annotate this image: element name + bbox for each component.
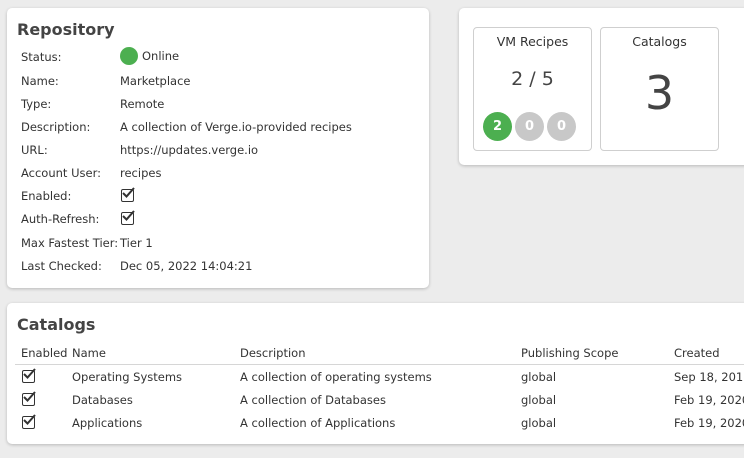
row-enabled-checkbox-icon: [22, 414, 36, 429]
badge-warning: 0: [515, 112, 544, 141]
column-header-description[interactable]: Description: [240, 346, 306, 360]
vm-recipes-tile[interactable]: VM Recipes 2 / 5 200: [473, 27, 592, 151]
row-enabled-checkbox-icon: [22, 391, 36, 406]
column-header-created[interactable]: Created: [674, 346, 720, 360]
badge-ok: 2: [483, 112, 512, 141]
badge-error: 0: [547, 112, 576, 141]
catalogs-tile-title: Catalogs: [632, 34, 687, 49]
row-scope: global: [521, 370, 557, 384]
status-online-icon: [120, 47, 138, 65]
name-value: Marketplace: [120, 74, 191, 88]
type-value: Remote: [120, 97, 165, 111]
row-name: Applications: [72, 416, 143, 430]
last-checked-value: Dec 05, 2022 14:04:21: [120, 259, 253, 273]
row-created: Feb 19, 2020: [674, 393, 744, 407]
stats-panel: VM Recipes 2 / 5 200 Catalogs 3: [459, 8, 744, 165]
row-name: Operating Systems: [72, 370, 183, 384]
catalogs-tile[interactable]: Catalogs 3: [600, 27, 719, 151]
row-enabled-checkbox-icon: [22, 368, 36, 383]
row-description: A collection of Applications: [240, 416, 396, 430]
vm-recipes-ratio: 2 / 5: [511, 68, 554, 90]
last-checked-label: Last Checked:: [21, 259, 102, 273]
row-name: Databases: [72, 393, 133, 407]
auth-refresh-label: Auth-Refresh:: [21, 212, 100, 226]
row-description: A collection of operating systems: [240, 370, 432, 384]
description-label: Description:: [21, 120, 91, 134]
enabled-label: Enabled:: [21, 189, 72, 203]
auth-refresh-checkbox-icon: [121, 210, 135, 225]
column-header-name[interactable]: Name: [72, 346, 106, 360]
description-value: A collection of Verge.io-provided recipe…: [120, 120, 352, 134]
repository-title: Repository: [17, 20, 115, 39]
catalogs-title: Catalogs: [17, 315, 96, 334]
table-row[interactable]: Databases A collection of Databases glob…: [7, 390, 744, 413]
vm-recipes-badges: 200: [483, 112, 593, 141]
table-row[interactable]: Applications A collection of Application…: [7, 413, 744, 436]
status-text: Online: [142, 49, 180, 63]
max-fastest-tier-label: Max Fastest Tier:: [21, 236, 119, 250]
url-value: https://updates.verge.io: [120, 143, 259, 157]
row-created: Feb 19, 2020: [674, 416, 744, 430]
repository-panel: Repository Status: Online Name: Marketpl…: [7, 8, 429, 288]
status-value: Online: [120, 47, 179, 65]
table-row[interactable]: Operating Systems A collection of operat…: [7, 367, 744, 390]
row-scope: global: [521, 416, 557, 430]
catalogs-panel: Catalogs Enabled Name Description Publis…: [7, 303, 744, 444]
catalogs-count: 3: [644, 66, 675, 120]
status-label: Status:: [21, 50, 62, 64]
type-label: Type:: [21, 97, 52, 111]
row-scope: global: [521, 393, 557, 407]
header-divider: [15, 364, 744, 365]
account-user-value: recipes: [120, 166, 162, 180]
name-label: Name:: [21, 74, 59, 88]
row-description: A collection of Databases: [240, 393, 386, 407]
account-user-label: Account User:: [21, 166, 101, 180]
row-created: Sep 18, 2019: [674, 370, 744, 384]
url-label: URL:: [21, 143, 48, 157]
column-header-publishing-scope[interactable]: Publishing Scope: [521, 346, 618, 360]
max-fastest-tier-value: Tier 1: [120, 236, 153, 250]
vm-recipes-title: VM Recipes: [496, 34, 569, 49]
column-header-enabled[interactable]: Enabled: [21, 346, 67, 360]
enabled-checkbox-icon: [121, 187, 135, 202]
